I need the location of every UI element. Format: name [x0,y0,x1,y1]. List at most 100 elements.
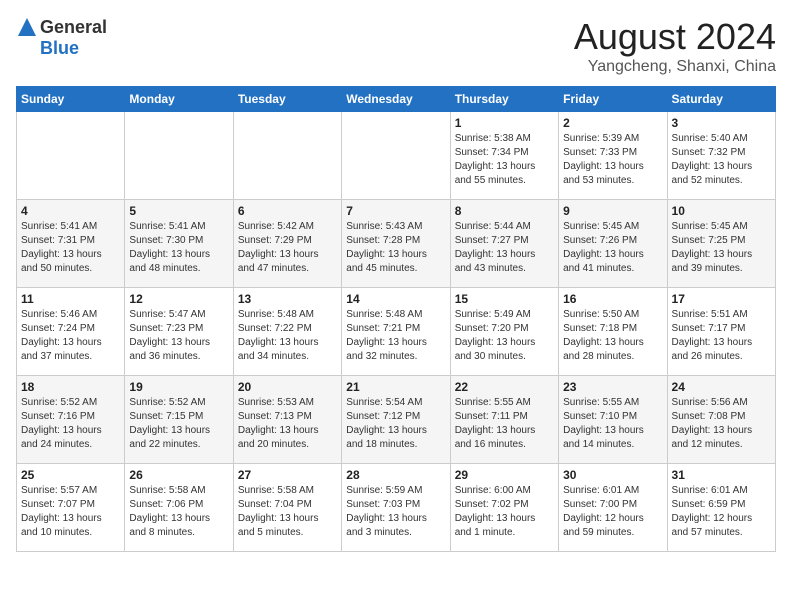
day-info: Sunrise: 5:57 AM Sunset: 7:07 PM Dayligh… [21,484,120,540]
calendar-cell: 14 Sunrise: 5:48 AM Sunset: 7:21 PM Dayli… [342,288,450,376]
day-info: Sunrise: 5:41 AM Sunset: 7:31 PM Dayligh… [21,220,120,276]
day-number: 3 [672,116,771,130]
day-number: 18 [21,380,120,394]
calendar-cell: 30Sunrise: 6:01 AM Sunset: 7:00 PM Dayli… [559,464,667,552]
calendar-cell: 23 Sunrise: 5:55 AM Sunset: 7:10 PM Dayli… [559,376,667,464]
day-info: Sunrise: 5:43 AM Sunset: 7:28 PM Dayligh… [346,220,445,276]
week-row-3: 11 Sunrise: 5:46 AM Sunset: 7:24 PM Dayli… [17,288,776,376]
day-info: Sunrise: 5:41 AM Sunset: 7:30 PM Dayligh… [129,220,228,276]
week-row-2: 4 Sunrise: 5:41 AM Sunset: 7:31 PM Daylig… [17,200,776,288]
logo: General Blue [16,16,107,59]
calendar-cell: 21Sunrise: 5:54 AM Sunset: 7:12 PM Dayli… [342,376,450,464]
calendar-cell: 1 Sunrise: 5:38 AM Sunset: 7:34 PM Daylig… [450,112,558,200]
day-number: 4 [21,204,120,218]
logo-icon [16,16,38,38]
day-number: 16 [563,292,662,306]
day-number: 15 [455,292,554,306]
calendar-cell: 12 Sunrise: 5:47 AM Sunset: 7:23 PM Dayli… [125,288,233,376]
weekday-header-monday: Monday [125,87,233,112]
day-info: Sunrise: 5:39 AM Sunset: 7:33 PM Dayligh… [563,132,662,188]
week-row-4: 18 Sunrise: 5:52 AM Sunset: 7:16 PM Dayli… [17,376,776,464]
calendar-cell: 13 Sunrise: 5:48 AM Sunset: 7:22 PM Dayli… [233,288,341,376]
day-number: 1 [455,116,554,130]
weekday-header-friday: Friday [559,87,667,112]
day-number: 7 [346,204,445,218]
day-number: 31 [672,468,771,482]
day-number: 9 [563,204,662,218]
day-number: 25 [21,468,120,482]
calendar-cell: 7 Sunrise: 5:43 AM Sunset: 7:28 PM Daylig… [342,200,450,288]
calendar-cell [342,112,450,200]
weekday-header-saturday: Saturday [667,87,775,112]
calendar-table: SundayMondayTuesdayWednesdayThursdayFrid… [16,86,776,552]
day-number: 8 [455,204,554,218]
day-info: Sunrise: 5:59 AM Sunset: 7:03 PM Dayligh… [346,484,445,540]
calendar-cell: 3 Sunrise: 5:40 AM Sunset: 7:32 PM Daylig… [667,112,775,200]
day-number: 13 [238,292,337,306]
day-number: 28 [346,468,445,482]
calendar-cell: 15Sunrise: 5:49 AM Sunset: 7:20 PM Dayli… [450,288,558,376]
weekday-header-wednesday: Wednesday [342,87,450,112]
calendar-cell: 19 Sunrise: 5:52 AM Sunset: 7:15 PM Dayli… [125,376,233,464]
title-area: August 2024 Yangcheng, Shanxi, China [574,16,776,76]
day-info: Sunrise: 5:50 AM Sunset: 7:18 PM Dayligh… [563,308,662,364]
day-number: 11 [21,292,120,306]
calendar-cell: 11 Sunrise: 5:46 AM Sunset: 7:24 PM Dayli… [17,288,125,376]
day-number: 22 [455,380,554,394]
location: Yangcheng, Shanxi, China [574,58,776,76]
calendar-cell [17,112,125,200]
month-title: August 2024 [574,16,776,58]
day-number: 14 [346,292,445,306]
day-number: 5 [129,204,228,218]
day-info: Sunrise: 5:38 AM Sunset: 7:34 PM Dayligh… [455,132,554,188]
day-info: Sunrise: 5:48 AM Sunset: 7:21 PM Dayligh… [346,308,445,364]
day-number: 12 [129,292,228,306]
day-info: Sunrise: 5:58 AM Sunset: 7:04 PM Dayligh… [238,484,337,540]
weekday-header-tuesday: Tuesday [233,87,341,112]
day-number: 27 [238,468,337,482]
day-info: Sunrise: 5:46 AM Sunset: 7:24 PM Dayligh… [21,308,120,364]
calendar-cell: 26Sunrise: 5:58 AM Sunset: 7:06 PM Dayli… [125,464,233,552]
day-number: 6 [238,204,337,218]
weekday-header-thursday: Thursday [450,87,558,112]
day-info: Sunrise: 5:47 AM Sunset: 7:23 PM Dayligh… [129,308,228,364]
logo-general-text: General [40,17,107,38]
week-row-1: 1 Sunrise: 5:38 AM Sunset: 7:34 PM Daylig… [17,112,776,200]
calendar-cell: 25 Sunrise: 5:57 AM Sunset: 7:07 PM Dayli… [17,464,125,552]
day-number: 17 [672,292,771,306]
calendar-cell: 10Sunrise: 5:45 AM Sunset: 7:25 PM Dayli… [667,200,775,288]
day-info: Sunrise: 5:56 AM Sunset: 7:08 PM Dayligh… [672,396,771,452]
day-number: 10 [672,204,771,218]
calendar-cell: 28 Sunrise: 5:59 AM Sunset: 7:03 PM Dayli… [342,464,450,552]
day-info: Sunrise: 5:48 AM Sunset: 7:22 PM Dayligh… [238,308,337,364]
day-info: Sunrise: 6:01 AM Sunset: 6:59 PM Dayligh… [672,484,771,540]
day-number: 19 [129,380,228,394]
day-info: Sunrise: 5:52 AM Sunset: 7:16 PM Dayligh… [21,396,120,452]
calendar-cell: 16 Sunrise: 5:50 AM Sunset: 7:18 PM Dayli… [559,288,667,376]
day-number: 23 [563,380,662,394]
day-info: Sunrise: 5:52 AM Sunset: 7:15 PM Dayligh… [129,396,228,452]
calendar-cell: 22Sunrise: 5:55 AM Sunset: 7:11 PM Dayli… [450,376,558,464]
calendar-cell: 31 Sunrise: 6:01 AM Sunset: 6:59 PM Dayli… [667,464,775,552]
day-info: Sunrise: 5:53 AM Sunset: 7:13 PM Dayligh… [238,396,337,452]
day-info: Sunrise: 5:55 AM Sunset: 7:10 PM Dayligh… [563,396,662,452]
calendar-cell: 17 Sunrise: 5:51 AM Sunset: 7:17 PM Dayli… [667,288,775,376]
logo-blue-text: Blue [40,38,79,59]
day-number: 20 [238,380,337,394]
calendar-cell: 5 Sunrise: 5:41 AM Sunset: 7:30 PM Daylig… [125,200,233,288]
calendar-cell [233,112,341,200]
weekday-header-sunday: Sunday [17,87,125,112]
day-info: Sunrise: 6:00 AM Sunset: 7:02 PM Dayligh… [455,484,554,540]
day-info: Sunrise: 5:45 AM Sunset: 7:26 PM Dayligh… [563,220,662,276]
day-number: 30 [563,468,662,482]
calendar-cell: 2Sunrise: 5:39 AM Sunset: 7:33 PM Daylig… [559,112,667,200]
day-info: Sunrise: 5:44 AM Sunset: 7:27 PM Dayligh… [455,220,554,276]
calendar-cell: 4 Sunrise: 5:41 AM Sunset: 7:31 PM Daylig… [17,200,125,288]
day-info: Sunrise: 5:51 AM Sunset: 7:17 PM Dayligh… [672,308,771,364]
calendar-cell: 27 Sunrise: 5:58 AM Sunset: 7:04 PM Dayli… [233,464,341,552]
day-number: 26 [129,468,228,482]
day-info: Sunrise: 5:40 AM Sunset: 7:32 PM Dayligh… [672,132,771,188]
page-header: General Blue August 2024 Yangcheng, Shan… [16,16,776,76]
calendar-cell: 18 Sunrise: 5:52 AM Sunset: 7:16 PM Dayli… [17,376,125,464]
weekday-header-row: SundayMondayTuesdayWednesdayThursdayFrid… [17,87,776,112]
